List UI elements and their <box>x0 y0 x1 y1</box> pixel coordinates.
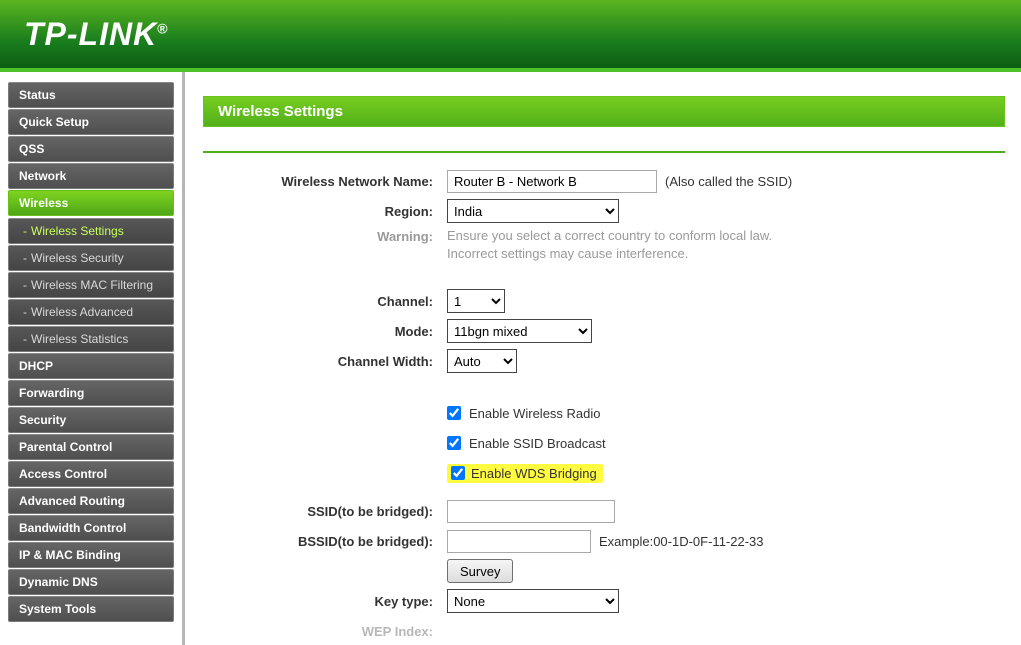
row-enable-broadcast: Enable SSID Broadcast <box>203 429 1005 457</box>
row-enable-radio: Enable Wireless Radio <box>203 399 1005 427</box>
sidebar-item-label: Advanced Routing <box>19 494 125 508</box>
sidebar-item-label: Security <box>19 413 66 427</box>
row-key-type: Key type: None <box>203 587 1005 615</box>
sidebar-item-label: System Tools <box>19 602 96 616</box>
brand-logo: TP-LINK® <box>24 16 169 53</box>
channel-width-label: Channel Width: <box>203 354 447 369</box>
sidebar-item-label: Access Control <box>19 467 107 481</box>
sidebar-item-dynamic-dns[interactable]: Dynamic DNS <box>8 569 174 595</box>
enable-broadcast-checkbox[interactable] <box>447 436 461 450</box>
row-wep-index: WEP Index: <box>203 617 1005 645</box>
sidebar-item-label: DHCP <box>19 359 53 373</box>
sidebar-item-label: Wireless Advanced <box>31 305 133 319</box>
wds-highlight: Enable WDS Bridging <box>447 464 603 483</box>
enable-radio-checkbox[interactable] <box>447 406 461 420</box>
main-layout: Status Quick Setup QSS Network Wireless … <box>0 72 1021 645</box>
sidebar-item-quick-setup[interactable]: Quick Setup <box>8 109 174 135</box>
ssid-label: Wireless Network Name: <box>203 174 447 189</box>
row-channel: Channel: 1 <box>203 287 1005 315</box>
sidebar-subitem-wireless-advanced[interactable]: -Wireless Advanced <box>8 299 174 325</box>
enable-radio-label: Enable Wireless Radio <box>469 406 601 421</box>
header: TP-LINK® <box>0 0 1021 72</box>
sidebar-item-security[interactable]: Security <box>8 407 174 433</box>
row-ssid: Wireless Network Name: (Also called the … <box>203 167 1005 195</box>
sidebar-item-label: Wireless Settings <box>31 224 124 238</box>
sidebar-item-network[interactable]: Network <box>8 163 174 189</box>
bridge-ssid-label: SSID(to be bridged): <box>203 504 447 519</box>
page-title: Wireless Settings <box>203 96 1005 127</box>
sidebar-item-label: Network <box>19 169 66 183</box>
bridge-bssid-example: Example:00-1D-0F-11-22-33 <box>599 534 764 549</box>
sidebar-item-label: Bandwidth Control <box>19 521 126 535</box>
warning-line1: Ensure you select a correct country to c… <box>447 227 772 245</box>
wireless-settings-form: Wireless Network Name: (Also called the … <box>203 157 1005 645</box>
row-warning: Warning: Ensure you select a correct cou… <box>203 227 1005 263</box>
sidebar-item-label: Wireless MAC Filtering <box>31 278 153 292</box>
sidebar-submenu-wireless: -Wireless Settings -Wireless Security -W… <box>8 218 174 352</box>
sidebar: Status Quick Setup QSS Network Wireless … <box>0 72 182 645</box>
key-type-select[interactable]: None <box>447 589 619 613</box>
brand-name: TP-LINK <box>24 16 157 52</box>
row-mode: Mode: 11bgn mixed <box>203 317 1005 345</box>
row-region: Region: India <box>203 197 1005 225</box>
key-type-label: Key type: <box>203 594 447 609</box>
sidebar-item-forwarding[interactable]: Forwarding <box>8 380 174 406</box>
row-channel-width: Channel Width: Auto <box>203 347 1005 375</box>
ssid-aside: (Also called the SSID) <box>665 174 792 189</box>
bridge-bssid-label: BSSID(to be bridged): <box>203 534 447 549</box>
sidebar-item-label: Dynamic DNS <box>19 575 98 589</box>
channel-width-select[interactable]: Auto <box>447 349 517 373</box>
sidebar-item-dhcp[interactable]: DHCP <box>8 353 174 379</box>
sidebar-item-ip-mac-binding[interactable]: IP & MAC Binding <box>8 542 174 568</box>
sidebar-item-bandwidth-control[interactable]: Bandwidth Control <box>8 515 174 541</box>
bridge-ssid-input[interactable] <box>447 500 615 523</box>
warning-line2: Incorrect settings may cause interferenc… <box>447 245 772 263</box>
bridge-bssid-input[interactable] <box>447 530 591 553</box>
sidebar-item-advanced-routing[interactable]: Advanced Routing <box>8 488 174 514</box>
sidebar-menu: Status Quick Setup QSS Network Wireless … <box>8 82 174 622</box>
sidebar-item-label: Status <box>19 88 56 102</box>
survey-button[interactable]: Survey <box>447 559 513 583</box>
sidebar-item-access-control[interactable]: Access Control <box>8 461 174 487</box>
warning-label: Warning: <box>203 227 447 244</box>
region-select[interactable]: India <box>447 199 619 223</box>
region-label: Region: <box>203 204 447 219</box>
sidebar-item-system-tools[interactable]: System Tools <box>8 596 174 622</box>
sidebar-item-label: Parental Control <box>19 440 112 454</box>
sidebar-item-label: Wireless <box>19 196 68 210</box>
content-area: Wireless Settings Wireless Network Name:… <box>182 72 1021 645</box>
sidebar-item-label: Wireless Statistics <box>31 332 128 346</box>
sidebar-item-wireless[interactable]: Wireless <box>8 190 174 216</box>
sidebar-subitem-wireless-mac-filtering[interactable]: -Wireless MAC Filtering <box>8 272 174 298</box>
sidebar-item-label: Wireless Security <box>31 251 124 265</box>
ssid-input[interactable] <box>447 170 657 193</box>
mode-select[interactable]: 11bgn mixed <box>447 319 592 343</box>
enable-wds-checkbox[interactable] <box>451 466 465 480</box>
enable-wds-label: Enable WDS Bridging <box>471 466 597 481</box>
divider <box>203 151 1005 153</box>
sidebar-item-label: Forwarding <box>19 386 84 400</box>
wep-index-label: WEP Index: <box>203 624 447 639</box>
sidebar-item-parental-control[interactable]: Parental Control <box>8 434 174 460</box>
channel-label: Channel: <box>203 294 447 309</box>
sidebar-subitem-wireless-security[interactable]: -Wireless Security <box>8 245 174 271</box>
mode-label: Mode: <box>203 324 447 339</box>
row-bridge-ssid: SSID(to be bridged): <box>203 497 1005 525</box>
sidebar-subitem-wireless-statistics[interactable]: -Wireless Statistics <box>8 326 174 352</box>
row-enable-wds: Enable WDS Bridging <box>203 459 1005 487</box>
row-survey: Survey <box>203 557 1005 585</box>
row-bridge-bssid: BSSID(to be bridged): Example:00-1D-0F-1… <box>203 527 1005 555</box>
sidebar-item-label: QSS <box>19 142 44 156</box>
brand-reg: ® <box>157 20 168 36</box>
sidebar-item-label: Quick Setup <box>19 115 89 129</box>
sidebar-item-status[interactable]: Status <box>8 82 174 108</box>
sidebar-item-label: IP & MAC Binding <box>19 548 121 562</box>
enable-broadcast-label: Enable SSID Broadcast <box>469 436 606 451</box>
channel-select[interactable]: 1 <box>447 289 505 313</box>
sidebar-subitem-wireless-settings[interactable]: -Wireless Settings <box>8 218 174 244</box>
sidebar-item-qss[interactable]: QSS <box>8 136 174 162</box>
